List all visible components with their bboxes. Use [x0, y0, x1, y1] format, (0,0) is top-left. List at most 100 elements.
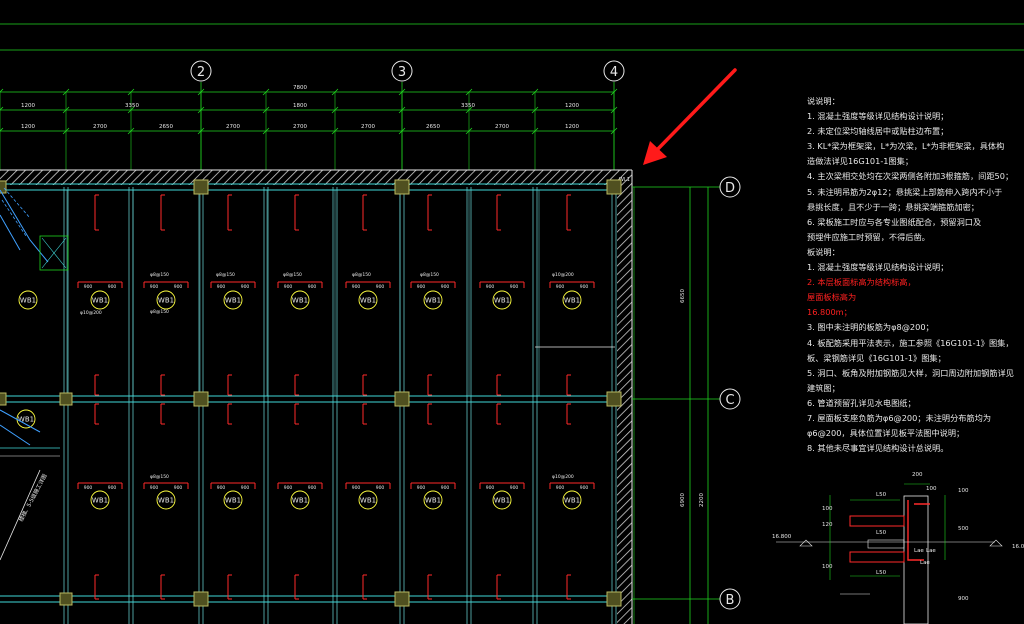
rebar-hook: [427, 403, 432, 425]
slab-tag-text: WB1: [564, 497, 580, 505]
dim-text: 1200: [21, 103, 35, 109]
note-line: 板、梁钢筋详见《16G101-1》图集；: [807, 352, 946, 363]
rebar-spec-label: φ8@150: [283, 272, 302, 278]
slab-tag-text: WB1: [92, 297, 108, 305]
slab-tag-text: WB1: [158, 297, 174, 305]
dim-row-1: 1200 3350 1800 3350 1200: [21, 103, 579, 109]
detail-label: 200: [912, 472, 923, 478]
dim-text: 2700: [495, 124, 509, 130]
panel-span-label: 900: [556, 284, 565, 290]
notes-title-1: 说说明：: [807, 96, 840, 106]
detail-label: L50: [876, 570, 887, 576]
rebar-hook: [94, 194, 99, 231]
column: [59, 592, 73, 606]
rebar-hook: [160, 374, 165, 396]
rebar-hook: [160, 574, 165, 600]
note-line: 8. 其他未尽事宜详见结构设计总说明。: [807, 443, 949, 454]
dim-text: 1200: [565, 124, 579, 130]
dim-top-total: 7800: [293, 85, 307, 91]
panel-span-label: 900: [217, 284, 226, 290]
panel-span-label: 900: [417, 284, 426, 290]
detail-label: 900: [958, 596, 969, 602]
note-line: 2. 本层板面标高为结构标高，: [807, 277, 916, 288]
detail-label: 120: [822, 522, 833, 528]
panel-span-label: 900: [441, 284, 450, 290]
wall-top: [0, 170, 632, 185]
rebar-hook: [227, 403, 232, 425]
detail-label: 500: [958, 526, 969, 532]
panel-span-label: 900: [284, 485, 293, 491]
rebar-hook: [496, 194, 501, 231]
column: [193, 179, 209, 195]
axis-label-3: 3: [398, 65, 406, 80]
rebar-hook: [160, 194, 165, 231]
note-line: φ6@200，具体位置详见板平法图中说明；: [807, 428, 965, 439]
rebar-spec-label: φ8@150: [150, 474, 169, 480]
stair-note: 楼梯、5-5级施工详图: [17, 472, 49, 523]
rebar-spec-label: φ10@200: [80, 310, 102, 316]
panel-span-label: 900: [174, 284, 183, 290]
rebar-hook: [227, 374, 232, 396]
rebar-hook: [160, 403, 165, 425]
column: [606, 391, 622, 407]
note-line: 6. 管道预留孔详见水电图纸；: [807, 397, 916, 408]
section-detail-labels: 200100L50L50L50Lae LaeLae1001201001005009…: [772, 472, 1024, 602]
rebar-hook: [294, 403, 299, 425]
slab-tag-text: WB1: [292, 497, 308, 505]
columns: [0, 179, 622, 607]
panel-span-label: 900: [486, 284, 495, 290]
column: [394, 591, 410, 607]
panel-span-label: 900: [556, 485, 565, 491]
slab-tag-text: WB1: [292, 297, 308, 305]
column: [59, 392, 73, 406]
panel-span-label: 900: [108, 485, 117, 491]
dim-right-lower-inner: 6900: [680, 493, 686, 507]
slab-tag-text: WB1: [425, 297, 441, 305]
rebar-hook: [94, 574, 99, 600]
note-line: 1. 混凝土强度等级详见结构设计说明；: [807, 262, 949, 273]
panel-span-label: 900: [376, 284, 385, 290]
rebar-hook: [362, 374, 367, 396]
section-detail: [776, 483, 1003, 624]
rebar-hook: [362, 194, 367, 231]
rebar-hook: [427, 574, 432, 600]
rebar-hook: [566, 403, 571, 425]
slab-tag-text: WB1: [158, 497, 174, 505]
notes-red-line: 屋面板标高为: [807, 290, 1017, 305]
dim-right-lower-outer: 2200: [699, 493, 705, 507]
slab-tag-text: WB1: [92, 497, 108, 505]
rebar-spec-label: φ8@150: [420, 272, 439, 278]
panel-span-label: 900: [308, 485, 317, 491]
slab-tag-text: WB1: [18, 416, 34, 424]
slab-tag-text: WB1: [564, 297, 580, 305]
panel-span-label: 900: [441, 485, 450, 491]
detail-label: Lae: [920, 560, 930, 566]
rebar-spec-label: φ10@200: [552, 272, 574, 278]
note-line: 4. 板配筋采用平法表示，施工参照《16G101-1》图集，: [807, 337, 1014, 348]
stair-region: [0, 187, 69, 561]
column-axes: 2 3 4: [190, 60, 625, 187]
rebar-spec-label: φ8@150: [216, 272, 235, 278]
notes-red-elev: 16.800m；: [807, 307, 852, 318]
rebar-hook: [427, 374, 432, 396]
note-line: 3. KL*梁为框架梁，L*为次梁，L*为非框架梁，具体构: [807, 141, 1005, 152]
general-notes: 说说明： 1. 混凝土强度等级详见结构设计说明； 2. 未定位梁均轴线居中或贴柱边…: [807, 94, 1017, 456]
rebar-hook: [94, 374, 99, 396]
note-line: 6. 梁板施工时应与各专业图纸配合，预留洞口及: [807, 216, 982, 227]
note-line: 悬挑长度，且不少于一跨；悬挑梁端箍筋加密；: [807, 201, 979, 212]
rebar-hook: [294, 374, 299, 396]
rebar-hook: [496, 574, 501, 600]
panel-span-label: 900: [174, 485, 183, 491]
rebar-hook: [566, 574, 571, 600]
note-line: 2. 未定位梁均轴线居中或贴柱边布置；: [807, 126, 949, 137]
detail-label: 16.800: [772, 534, 792, 540]
notes-title-2: 板说明：: [807, 246, 840, 257]
notes-red-tail: 屋面板标高为: [807, 292, 857, 303]
detail-label: L50: [876, 492, 887, 498]
column: [193, 591, 209, 607]
slab-tag-text: WB1: [360, 297, 376, 305]
column: [394, 179, 410, 195]
panel-span-label: 900: [150, 284, 159, 290]
dim-text: 2700: [293, 124, 307, 130]
column: [606, 179, 622, 195]
